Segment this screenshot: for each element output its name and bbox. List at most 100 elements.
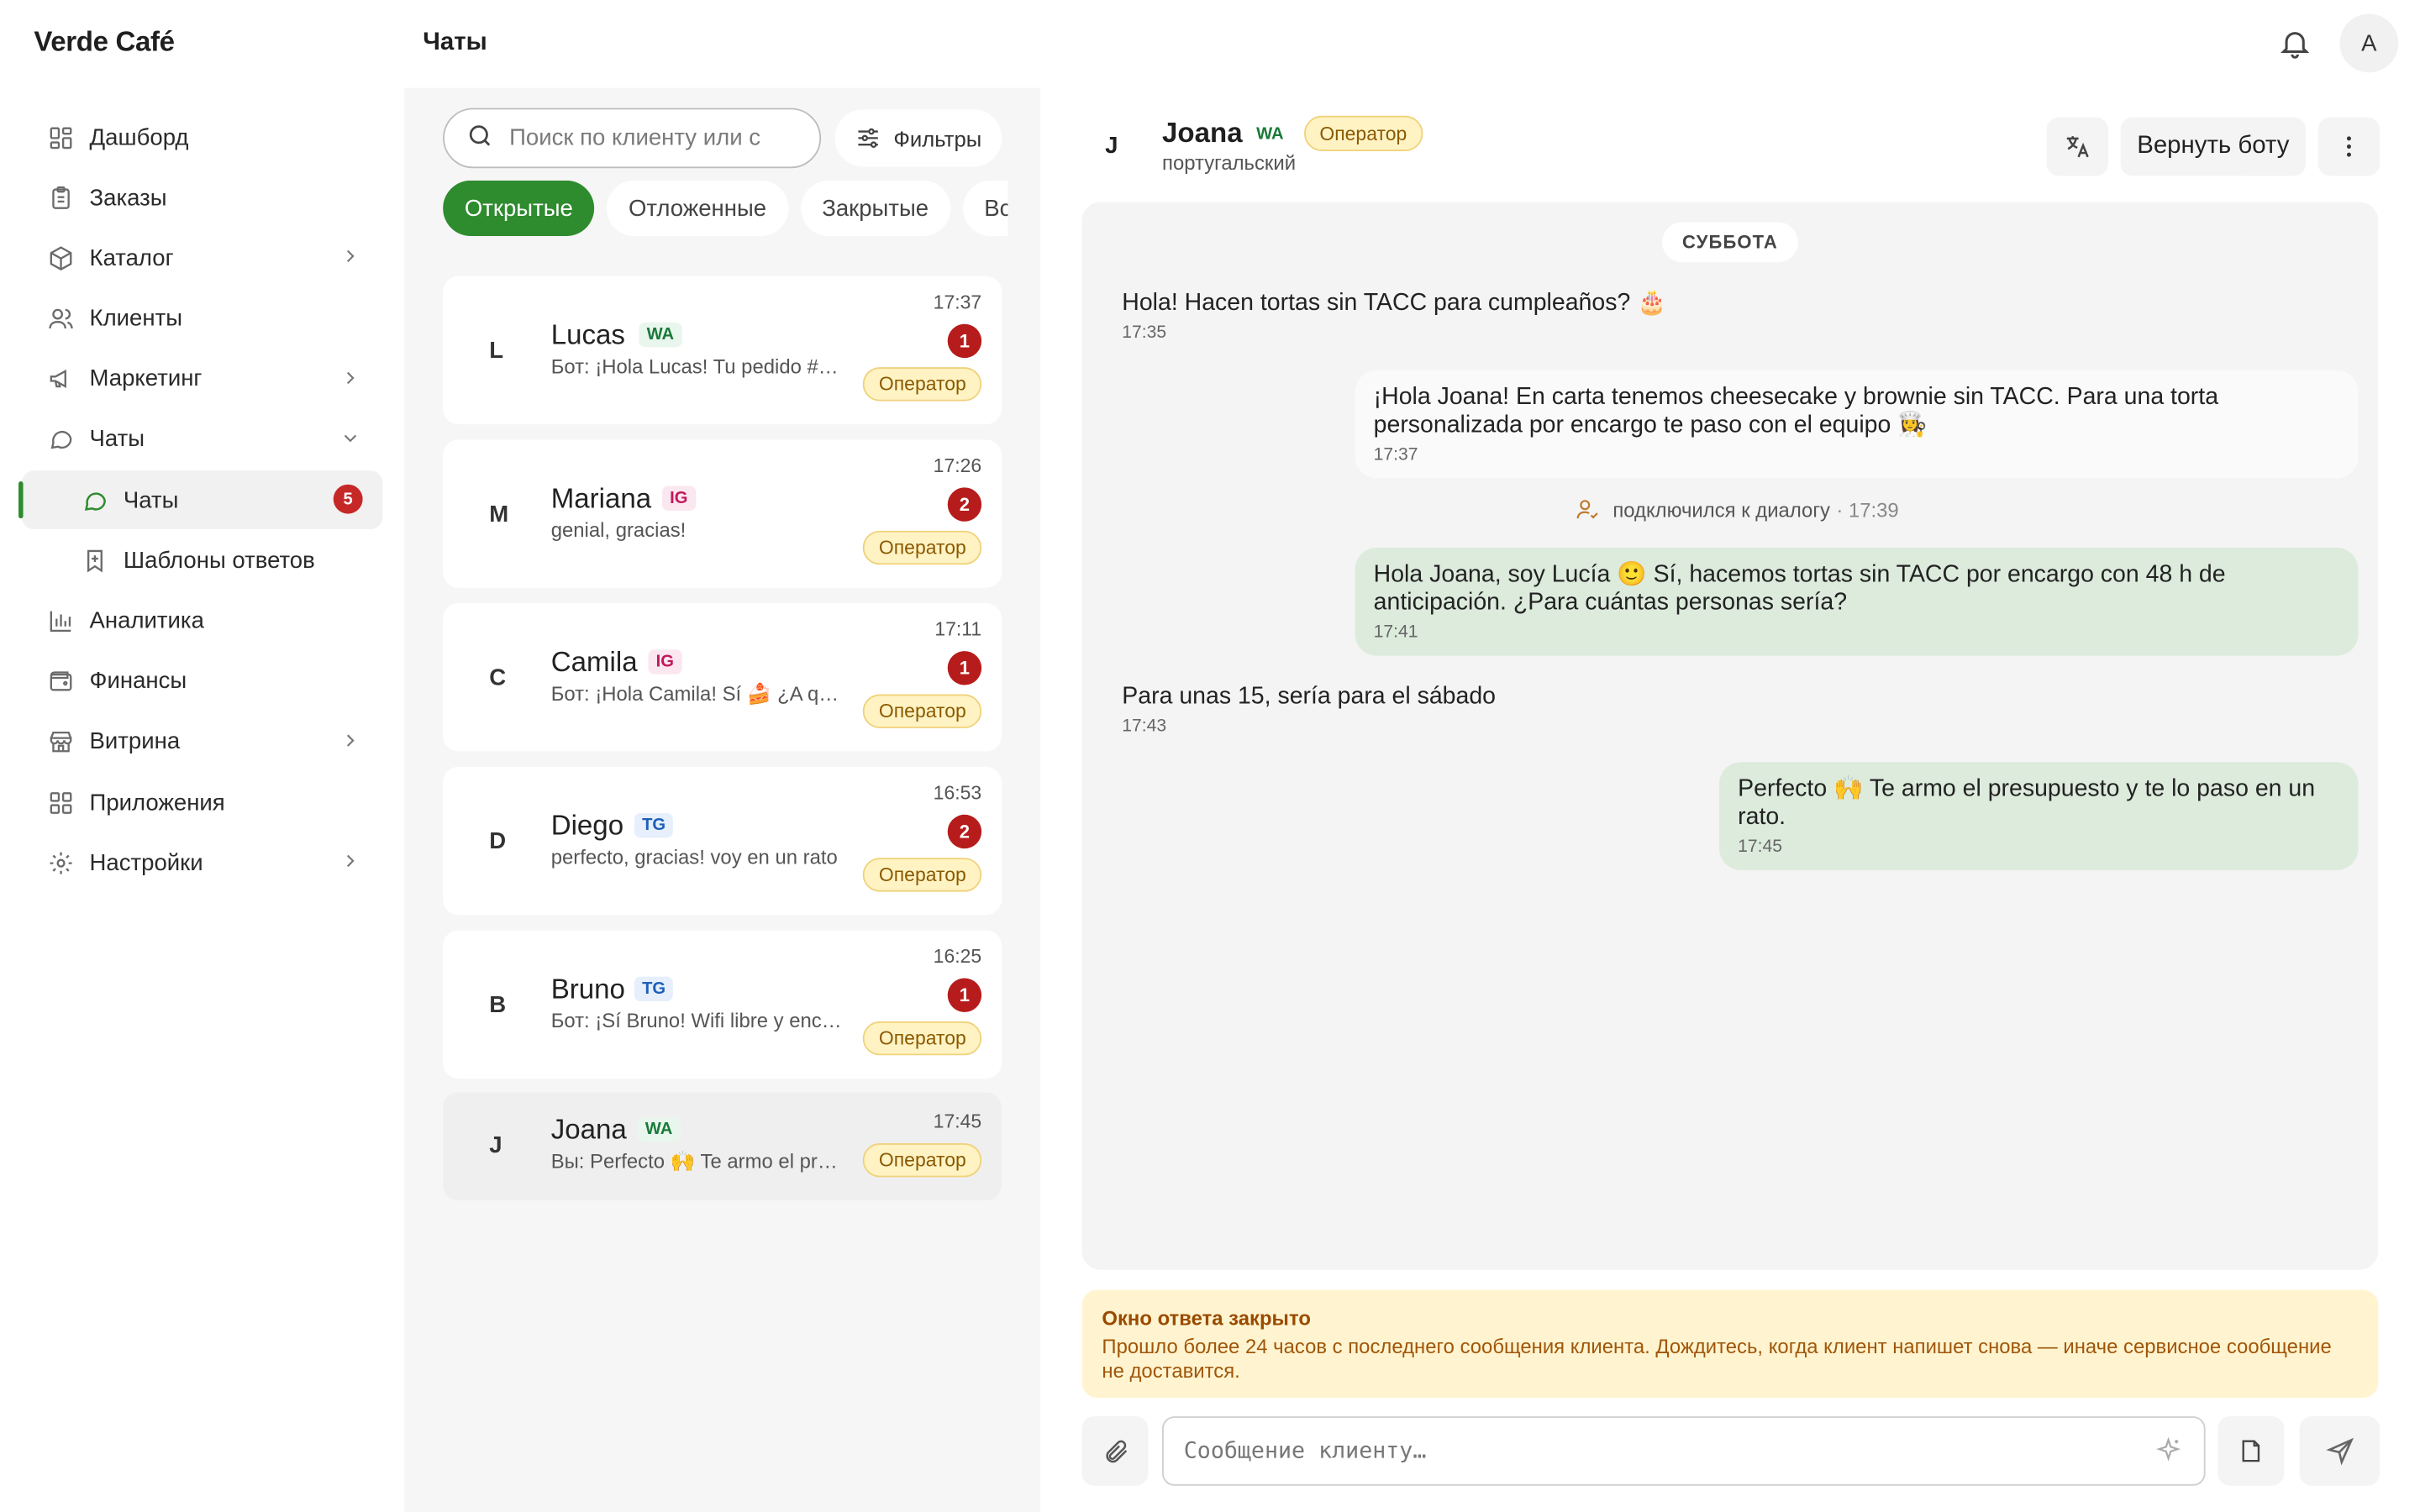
sidebar-item-label: Каталог xyxy=(89,244,174,272)
bar-chart-icon xyxy=(46,607,74,635)
search-box[interactable] xyxy=(443,108,822,169)
contact-name: Diego xyxy=(550,810,624,842)
operator-badge: Оператор xyxy=(863,1142,982,1178)
conversation-item[interactable]: L Lucas WA Бот: ¡Hola Lucas! Tu pedido #… xyxy=(443,276,1002,425)
system-event: подключился к диалогу · 17:39 xyxy=(1576,496,1899,521)
store-icon xyxy=(46,728,74,756)
tab-snoozed[interactable]: Отложенные xyxy=(607,180,788,237)
chat-icon xyxy=(46,426,74,454)
chevron-down-icon xyxy=(339,428,361,449)
sparkle-icon[interactable] xyxy=(2154,1436,2182,1469)
unread-badge: 1 xyxy=(947,978,982,1012)
conversation-item-selected[interactable]: J Joana WA Вы: Perfecto 🙌 Te armo el pre… xyxy=(443,1092,1002,1200)
contact-name: Joana xyxy=(550,1114,627,1145)
operator-badge: Оператор xyxy=(863,1021,982,1056)
sidebar-item-marketing[interactable]: Маркетинг xyxy=(22,349,383,408)
sidebar-item-apps[interactable]: Приложения xyxy=(22,773,383,832)
chat-operator-badge: Оператор xyxy=(1304,115,1423,151)
sidebar-item-customers[interactable]: Клиенты xyxy=(22,289,383,348)
unread-count-badge: 5 xyxy=(333,484,363,514)
status-tabs: Открытые Отложенные Закрытые Все xyxy=(443,180,1008,237)
search-icon xyxy=(466,122,494,155)
sidebar-nav: Дашборд Заказы Каталог Клиенты Маркетинг… xyxy=(18,108,383,895)
bell-icon[interactable] xyxy=(2278,24,2312,61)
chevron-right-icon xyxy=(339,367,361,389)
tab-closed[interactable]: Закрытые xyxy=(800,180,950,237)
message-operator: Hola Joana, soy Lucía 🙂 Sí, hacemos tort… xyxy=(1355,548,2359,656)
sidebar-item-dashboard[interactable]: Дашборд xyxy=(22,108,383,167)
sidebar-item-finance[interactable]: Финансы xyxy=(22,652,383,711)
message-incoming: Para unas 15, sería para el sábado 17:43 xyxy=(1122,684,1496,738)
message-time: 17:41 xyxy=(1373,623,1418,643)
tab-all[interactable]: Все xyxy=(962,180,1008,237)
compose-box[interactable] xyxy=(1162,1416,2206,1486)
system-event-time: · 17:39 xyxy=(1836,497,1899,521)
last-message-time: 17:45 xyxy=(933,1110,982,1133)
reply-window-warning: Окно ответа закрыто Прошло более 24 часо… xyxy=(1081,1289,2379,1399)
message-text: Hola! Hacen tortas sin TACC para cumplea… xyxy=(1122,290,1667,317)
user-check-icon xyxy=(1576,500,1598,519)
unread-badge: 2 xyxy=(947,487,982,522)
conversation-item[interactable]: D Diego TG perfecto, gracias! voy en un … xyxy=(443,766,1002,916)
dashboard-icon xyxy=(46,123,74,151)
message-text: Para unas 15, sería para el sábado xyxy=(1122,683,1497,710)
sidebar-item-label: Заказы xyxy=(89,184,167,212)
message-text: Hola Joana, soy Lucía 🙂 Sí, hacemos tort… xyxy=(1373,561,2226,616)
message-text: ¡Hola Joana! En carta tenemos cheesecake… xyxy=(1373,384,2219,438)
attach-button[interactable] xyxy=(1081,1416,1149,1486)
message-operator: Perfecto 🙌 Te armo el presupuesto y te l… xyxy=(1719,762,2359,870)
paperclip-icon xyxy=(1105,1439,1127,1462)
message-time: 17:45 xyxy=(1738,837,1782,857)
template-button[interactable] xyxy=(2217,1416,2285,1486)
return-to-bot-button[interactable]: Вернуть боту xyxy=(2120,117,2307,176)
brand-logo[interactable]: Verde Café xyxy=(34,26,175,59)
operator-badge: Оператор xyxy=(863,858,982,892)
channel-badge: WA xyxy=(639,322,682,348)
sidebar-item-orders[interactable]: Заказы xyxy=(22,169,383,228)
last-message-time: 17:37 xyxy=(933,291,982,313)
chat-channel-badge: WA xyxy=(1256,124,1284,144)
sidebar-item-chats[interactable]: Чаты xyxy=(22,410,383,469)
sidebar-item-catalog[interactable]: Каталог xyxy=(22,229,383,288)
sidebar-item-settings[interactable]: Настройки xyxy=(22,833,383,892)
sidebar-item-label: Чаты xyxy=(123,486,179,513)
sidebar-subitem-chats[interactable]: Чаты 5 xyxy=(18,470,383,530)
last-message-preview: genial, gracias! xyxy=(550,518,687,542)
contact-initial: L xyxy=(489,338,504,365)
sidebar-subitem-reply-templates[interactable]: Шаблоны ответов xyxy=(22,531,383,590)
apps-icon xyxy=(46,789,74,816)
translate-button[interactable] xyxy=(2046,117,2108,176)
channel-badge: WA xyxy=(637,1116,681,1142)
sidebar-item-label: Клиенты xyxy=(89,305,183,333)
last-message-time: 16:25 xyxy=(933,945,982,968)
tab-open[interactable]: Открытые xyxy=(443,180,595,237)
warning-body: Прошло более 24 часов с последнего сообщ… xyxy=(1102,1334,2332,1383)
avatar[interactable]: A xyxy=(2339,13,2399,73)
conversation-item[interactable]: M Mariana IG genial, gracias! 17:26 2 Оп… xyxy=(443,439,1002,588)
send-button[interactable] xyxy=(2299,1416,2381,1486)
message-bot: ¡Hola Joana! En carta tenemos cheesecake… xyxy=(1355,370,2359,479)
operator-badge: Оператор xyxy=(863,530,982,565)
filters-button[interactable]: Фильтры xyxy=(834,109,1002,167)
sidebar-item-label: Аналитика xyxy=(89,607,204,634)
message-text: Perfecto 🙌 Te armo el presupuesto y te l… xyxy=(1738,775,2316,831)
more-options-button[interactable] xyxy=(2317,117,2381,176)
contact-name: Lucas xyxy=(550,319,625,350)
search-input[interactable] xyxy=(509,124,772,151)
box-icon xyxy=(46,244,74,272)
last-message-time: 17:26 xyxy=(933,454,982,477)
wallet-icon xyxy=(46,668,74,696)
contact-initial: C xyxy=(489,664,507,691)
conversation-item[interactable]: C Camila IG Бот: ¡Hola Camila! Sí 🍰 ¿A q… xyxy=(443,603,1002,752)
sidebar-item-storefront[interactable]: Витрина xyxy=(22,712,383,771)
users-icon xyxy=(46,305,74,333)
channel-badge: TG xyxy=(634,976,674,1002)
last-message-time: 16:53 xyxy=(933,782,982,804)
last-message-preview: Бот: ¡Sí Bruno! Wifi libre y enc… xyxy=(550,1009,842,1032)
conversation-item[interactable]: B Bruno TG Бот: ¡Sí Bruno! Wifi libre y … xyxy=(443,930,1002,1079)
contact-initial: M xyxy=(489,501,509,528)
contact-initial: B xyxy=(489,991,507,1019)
message-incoming: Hola! Hacen tortas sin TACC para cumplea… xyxy=(1122,290,1666,344)
message-input[interactable] xyxy=(1183,1438,2110,1464)
sidebar-item-analytics[interactable]: Аналитика xyxy=(22,591,383,650)
